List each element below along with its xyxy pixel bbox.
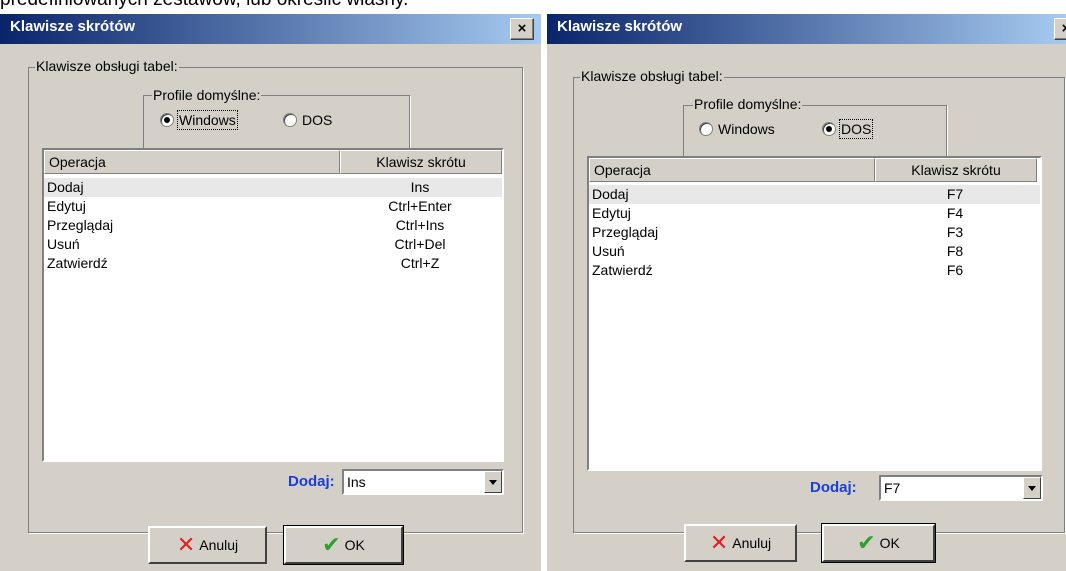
- row-operation: Zatwierdź: [47, 255, 108, 271]
- column-header-shortcut[interactable]: Klawisz skrótu: [340, 150, 502, 174]
- radio-empty-icon: [699, 122, 713, 136]
- row-shortcut: Ins: [410, 179, 430, 195]
- shortcut-dialog-windows: Klawisze skrótów × Klawisze obsługi tabe…: [0, 14, 541, 571]
- row-shortcut: F8: [946, 243, 964, 259]
- check-icon: ✔: [857, 530, 876, 555]
- dodaj-key-label: Dodaj:: [288, 473, 335, 490]
- column-header-operation[interactable]: Operacja: [44, 150, 340, 174]
- title-bar[interactable]: Klawisze skrótów ×: [0, 14, 541, 44]
- profile-windows-radio[interactable]: Windows: [160, 110, 238, 130]
- row-shortcut: Ctrl+Z: [400, 255, 440, 271]
- row-operation: Usuń: [592, 243, 625, 259]
- profile-windows-radio[interactable]: Windows: [699, 121, 775, 137]
- list-row[interactable]: Usuń F8: [589, 242, 1040, 261]
- radio-selected-icon: [822, 122, 836, 136]
- row-operation: Usuń: [47, 236, 80, 252]
- row-operation: Dodaj: [592, 186, 629, 202]
- cancel-button[interactable]: ✕ Anuluj: [148, 526, 267, 564]
- dialog-title: Klawisze skrótów: [557, 18, 683, 35]
- list-header: Operacja Klawisz skrótu: [44, 150, 502, 174]
- chevron-down-icon[interactable]: [1023, 477, 1041, 499]
- x-icon: ✕: [709, 530, 729, 555]
- row-shortcut: F7: [946, 186, 964, 202]
- default-profiles-label: Profile domyślne:: [152, 87, 262, 103]
- background-document-text: predefiniowanych zestawów, lub określić …: [0, 0, 408, 11]
- title-bar[interactable]: Klawisze skrótów ×: [547, 14, 1066, 44]
- list-row[interactable]: Usuń Ctrl+Del: [44, 235, 502, 254]
- list-row-selected[interactable]: Dodaj Ins: [44, 178, 502, 197]
- radio-selected-icon: [160, 113, 174, 127]
- cancel-button-label: Anuluj: [732, 535, 772, 551]
- check-icon: ✔: [322, 532, 341, 557]
- list-row[interactable]: Zatwierdź Ctrl+Z: [44, 254, 502, 273]
- dialog-title: Klawisze skrótów: [10, 18, 136, 35]
- profile-dos-radio[interactable]: DOS: [822, 119, 874, 139]
- x-icon: ✕: [176, 532, 196, 557]
- ok-button-label: OK: [879, 535, 900, 551]
- table-keys-group-label: Klawisze obsługi tabel:: [35, 58, 179, 74]
- list-row-selected[interactable]: Dodaj F7: [589, 185, 1040, 204]
- row-shortcut: Ctrl+Del: [394, 236, 446, 252]
- row-shortcut: Ctrl+Enter: [388, 198, 452, 214]
- profile-dos-radio[interactable]: DOS: [283, 112, 332, 128]
- row-shortcut: F4: [946, 205, 964, 221]
- shortcut-list[interactable]: Operacja Klawisz skrótu Dodaj F7 Edytuj …: [587, 156, 1042, 471]
- list-header: Operacja Klawisz skrótu: [589, 158, 1040, 182]
- ok-button[interactable]: ✔ OK: [821, 523, 936, 563]
- list-row[interactable]: Edytuj F4: [589, 204, 1040, 223]
- row-operation: Edytuj: [47, 198, 86, 214]
- shortcut-dialog-dos: Klawisze skrótów × Klawisze obsługi tabe…: [547, 14, 1066, 571]
- profile-windows-label: Windows: [718, 121, 775, 137]
- column-header-shortcut[interactable]: Klawisz skrótu: [875, 158, 1037, 182]
- table-keys-group-label: Klawisze obsługi tabel:: [580, 68, 724, 84]
- row-operation: Zatwierdź: [592, 262, 653, 278]
- row-operation: Przeglądaj: [47, 217, 114, 233]
- cancel-button-label: Anuluj: [199, 537, 239, 553]
- row-operation: Edytuj: [592, 205, 631, 221]
- radio-empty-icon: [283, 113, 297, 127]
- list-row[interactable]: Przeglądaj F3: [589, 223, 1040, 242]
- row-operation: Dodaj: [47, 179, 84, 195]
- combo-value: Ins: [347, 474, 366, 490]
- chevron-down-icon[interactable]: [484, 471, 502, 493]
- shortcut-list[interactable]: Operacja Klawisz skrótu Dodaj Ins Edytuj…: [42, 148, 504, 462]
- ok-button[interactable]: ✔ OK: [283, 525, 404, 565]
- column-header-operation[interactable]: Operacja: [589, 158, 875, 182]
- combo-value: F7: [884, 480, 901, 496]
- row-operation: Przeglądaj: [592, 224, 659, 240]
- default-profiles-label: Profile domyślne:: [693, 96, 803, 112]
- row-shortcut: F3: [946, 224, 964, 240]
- close-button[interactable]: ×: [510, 18, 534, 40]
- list-row[interactable]: Przeglądaj Ctrl+Ins: [44, 216, 502, 235]
- dodaj-key-combo[interactable]: Ins: [342, 469, 504, 495]
- dodaj-key-label: Dodaj:: [810, 479, 857, 496]
- cancel-button[interactable]: ✕ Anuluj: [684, 524, 797, 562]
- row-shortcut: F6: [946, 262, 964, 278]
- profile-dos-label: DOS: [302, 112, 333, 128]
- row-shortcut: Ctrl+Ins: [395, 217, 445, 233]
- list-row[interactable]: Zatwierdź F6: [589, 261, 1040, 280]
- close-button[interactable]: ×: [1054, 18, 1066, 40]
- profile-dos-label: DOS: [838, 119, 874, 139]
- ok-button-label: OK: [344, 537, 365, 553]
- profile-windows-label: Windows: [177, 110, 238, 130]
- dodaj-key-combo[interactable]: F7: [879, 475, 1043, 501]
- list-row[interactable]: Edytuj Ctrl+Enter: [44, 197, 502, 216]
